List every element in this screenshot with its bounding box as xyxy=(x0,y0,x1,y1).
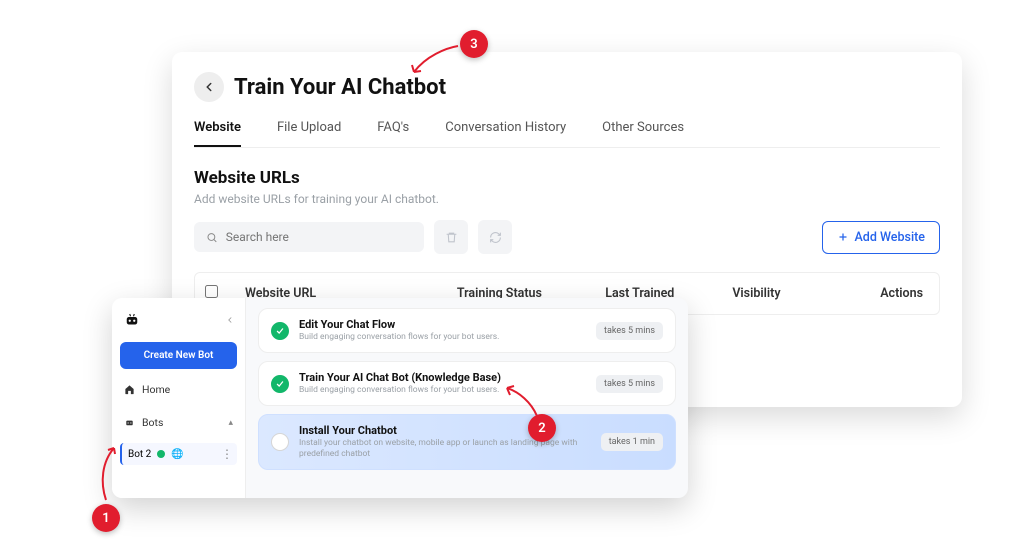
tab-file-upload[interactable]: File Upload xyxy=(277,120,341,147)
callout-1: 1 xyxy=(92,504,120,532)
tab-other-sources[interactable]: Other Sources xyxy=(602,120,684,147)
back-button[interactable] xyxy=(194,72,224,102)
bots-icon xyxy=(124,417,135,428)
step-install-chatbot[interactable]: Install Your Chatbot Install your chatbo… xyxy=(258,414,676,470)
sidebar-item-home[interactable]: Home xyxy=(120,377,237,402)
select-all-checkbox[interactable] xyxy=(205,285,218,298)
tabs: Website File Upload FAQ's Conversation H… xyxy=(194,120,940,148)
check-icon xyxy=(271,375,289,393)
section-heading: Website URLs xyxy=(194,168,940,188)
sidebar-home-label: Home xyxy=(142,383,170,396)
callout-arrow-3 xyxy=(408,42,463,84)
check-icon xyxy=(271,433,289,451)
delete-button[interactable] xyxy=(434,220,468,254)
col-visibility: Visibility xyxy=(732,286,838,301)
sidebar-item-bots[interactable]: Bots ▴ xyxy=(120,410,237,435)
search-icon xyxy=(206,231,218,244)
home-icon xyxy=(124,384,135,395)
sidebar-bot2-item[interactable]: Bot 2 🌐 ⋮ xyxy=(120,443,237,465)
sidebar-bots-label: Bots xyxy=(142,416,163,429)
more-icon[interactable]: ⋮ xyxy=(221,448,233,460)
add-website-label: Add Website xyxy=(855,230,926,245)
step-badge: takes 5 mins xyxy=(596,322,663,340)
tab-website[interactable]: Website xyxy=(194,120,241,147)
col-actions: Actions xyxy=(838,286,929,301)
callout-arrow-2 xyxy=(505,384,555,428)
sidebar-top xyxy=(120,308,237,334)
add-website-button[interactable]: Add Website xyxy=(822,221,941,254)
refresh-button[interactable] xyxy=(478,220,512,254)
sidebar: Create New Bot Home Bots ▴ Bot 2 🌐 ⋮ xyxy=(112,298,246,498)
chevron-up-icon: ▴ xyxy=(228,418,233,428)
status-dot-icon xyxy=(157,450,165,458)
section-header: Website URLs Add website URLs for traini… xyxy=(194,168,940,206)
onboarding-panel: Create New Bot Home Bots ▴ Bot 2 🌐 ⋮ Edi… xyxy=(112,298,688,498)
tab-conversation-history[interactable]: Conversation History xyxy=(445,120,566,147)
bot-logo-icon xyxy=(122,310,142,330)
callout-3: 3 xyxy=(460,30,488,58)
step-desc: Install your chatbot on website, mobile … xyxy=(299,438,591,460)
search-input[interactable] xyxy=(226,230,412,244)
tab-faqs[interactable]: FAQ's xyxy=(377,120,409,147)
check-icon xyxy=(271,322,289,340)
chevron-left-icon[interactable] xyxy=(225,315,235,325)
step-text: Edit Your Chat Flow Build engaging conve… xyxy=(299,318,586,343)
sidebar-bot2-label: Bot 2 xyxy=(128,449,151,460)
section-subtext: Add website URLs for training your AI ch… xyxy=(194,192,940,206)
step-desc: Build engaging conversation flows for yo… xyxy=(299,332,586,343)
callout-arrow-1 xyxy=(96,442,126,506)
steps-list: Edit Your Chat Flow Build engaging conve… xyxy=(246,298,688,498)
step-edit-chat-flow[interactable]: Edit Your Chat Flow Build engaging conve… xyxy=(258,308,676,353)
step-title: Edit Your Chat Flow xyxy=(299,318,586,331)
title-row: Train Your AI Chatbot xyxy=(194,72,940,102)
step-badge: takes 1 min xyxy=(601,433,663,451)
plus-icon xyxy=(837,231,849,243)
create-new-bot-button[interactable]: Create New Bot xyxy=(120,342,237,369)
toolbar: Add Website xyxy=(194,220,940,254)
globe-icon: 🌐 xyxy=(171,449,183,460)
step-badge: takes 5 mins xyxy=(596,375,663,393)
step-train-ai-bot[interactable]: Train Your AI Chat Bot (Knowledge Base) … xyxy=(258,361,676,406)
arrow-left-icon xyxy=(202,80,216,94)
search-box[interactable] xyxy=(194,222,424,252)
refresh-icon xyxy=(489,231,502,244)
step-title: Train Your AI Chat Bot (Knowledge Base) xyxy=(299,371,586,384)
trash-icon xyxy=(445,231,458,244)
